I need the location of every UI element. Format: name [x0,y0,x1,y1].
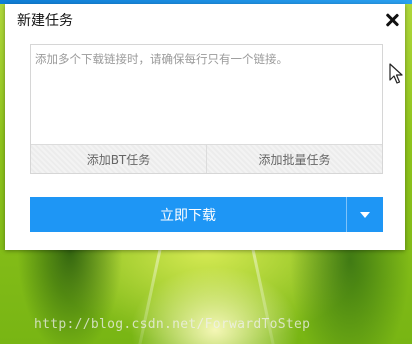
watermark-text: http://blog.csdn.net/ForwardToStep [34,317,311,332]
download-options-dropdown[interactable] [346,197,383,232]
chevron-down-icon [360,212,370,218]
add-batch-task-button[interactable]: 添加批量任务 [206,145,382,173]
new-task-dialog: 新建任务 添加BT任务 添加批量任务 立即下载 [5,4,405,250]
download-now-button[interactable]: 立即下载 [30,197,346,232]
download-button-group: 立即下载 [30,197,383,232]
link-actions-bar: 添加BT任务 添加批量任务 [31,144,382,173]
close-icon[interactable] [385,13,399,27]
mouse-pointer-icon [389,63,403,84]
add-bt-task-button[interactable]: 添加BT任务 [31,145,206,173]
dialog-title: 新建任务 [17,13,73,29]
link-input-box: 添加BT任务 添加批量任务 [30,44,383,174]
download-links-textarea[interactable] [31,45,382,144]
